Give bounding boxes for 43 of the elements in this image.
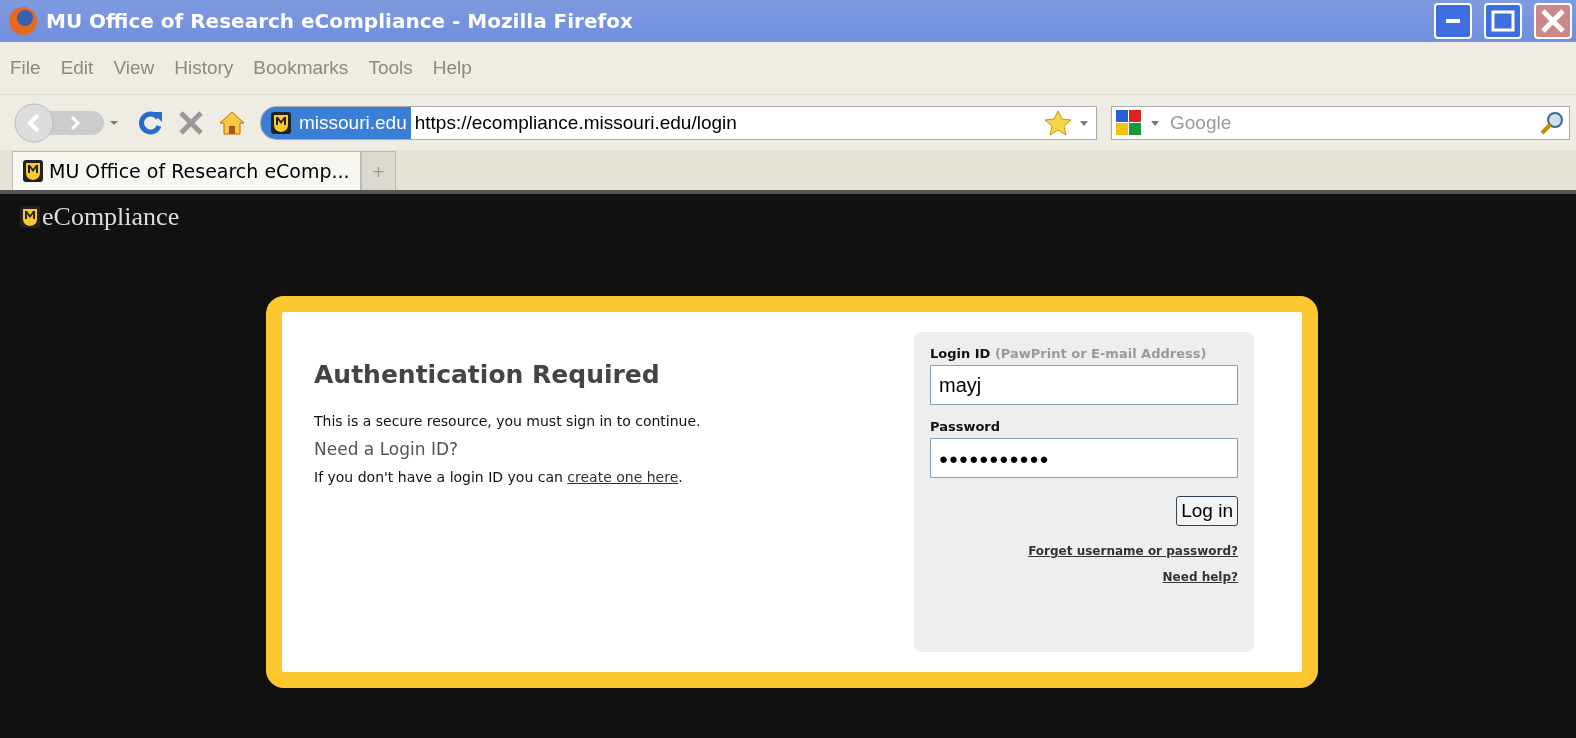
- password-label: Password: [930, 419, 1002, 434]
- home-button[interactable]: [218, 109, 246, 136]
- site-logo-text: eCompliance: [42, 202, 180, 232]
- university-shield-icon: [271, 111, 291, 134]
- minimize-icon: [1446, 19, 1460, 23]
- menu-item[interactable]: Tools: [368, 57, 413, 79]
- minimize-button[interactable]: [1434, 3, 1472, 39]
- menu-item[interactable]: View: [113, 57, 155, 79]
- address-bar[interactable]: missouri.edu https://ecompliance.missouri.edu/login: [260, 105, 1097, 140]
- reload-button[interactable]: [138, 109, 164, 136]
- site-identity-button[interactable]: missouri.edu: [261, 106, 411, 139]
- search-bar[interactable]: Google: [1111, 105, 1570, 140]
- browser-tab[interactable]: MU Office of Research eComp...: [12, 151, 361, 190]
- help-link[interactable]: Forget username or password?: [1028, 544, 1238, 558]
- login-id-label: Login ID (PawPrint or E-mail Address): [930, 346, 1208, 361]
- maximize-button[interactable]: [1484, 3, 1522, 39]
- url-text: https://ecompliance.missouri.edu/login: [413, 111, 738, 134]
- stop-button[interactable]: [178, 109, 204, 136]
- browser-logo-icon: [8, 6, 38, 36]
- login-id-field[interactable]: mayj: [930, 365, 1238, 405]
- close-button[interactable]: [1534, 3, 1572, 39]
- password-field[interactable]: ●●●●●●●●●●●: [930, 438, 1238, 478]
- dropdown-caret-icon[interactable]: [1150, 118, 1160, 127]
- search-icon[interactable]: [1539, 109, 1565, 136]
- intro-text: This is a secure resource, you must sign in to continue.: [314, 413, 701, 429]
- maximize-icon: [1491, 10, 1515, 32]
- star-icon[interactable]: [1044, 109, 1072, 136]
- create-account-link[interactable]: create one here: [567, 469, 679, 485]
- menu-item[interactable]: Bookmarks: [253, 57, 349, 79]
- search-engine-logo-icon[interactable]: [1116, 109, 1142, 136]
- signup-text: If you don't have a login ID you can create one here.: [314, 469, 684, 485]
- subheading: Need a Login ID?: [314, 439, 460, 459]
- window-title: MU Office of Research eCompliance - Mozilla Firefox: [46, 9, 634, 33]
- university-shield-icon: [23, 160, 43, 182]
- menu-item[interactable]: Edit: [60, 57, 94, 79]
- university-shield-icon: [20, 206, 40, 228]
- login-button[interactable]: Log in: [1176, 496, 1238, 526]
- menu-item[interactable]: Help: [432, 57, 472, 79]
- help-link[interactable]: Need help?: [1162, 570, 1238, 584]
- close-icon: [1540, 8, 1566, 34]
- page-heading: Authentication Required: [314, 360, 661, 389]
- menu-item[interactable]: History: [174, 57, 234, 79]
- menu-item[interactable]: File: [10, 57, 41, 79]
